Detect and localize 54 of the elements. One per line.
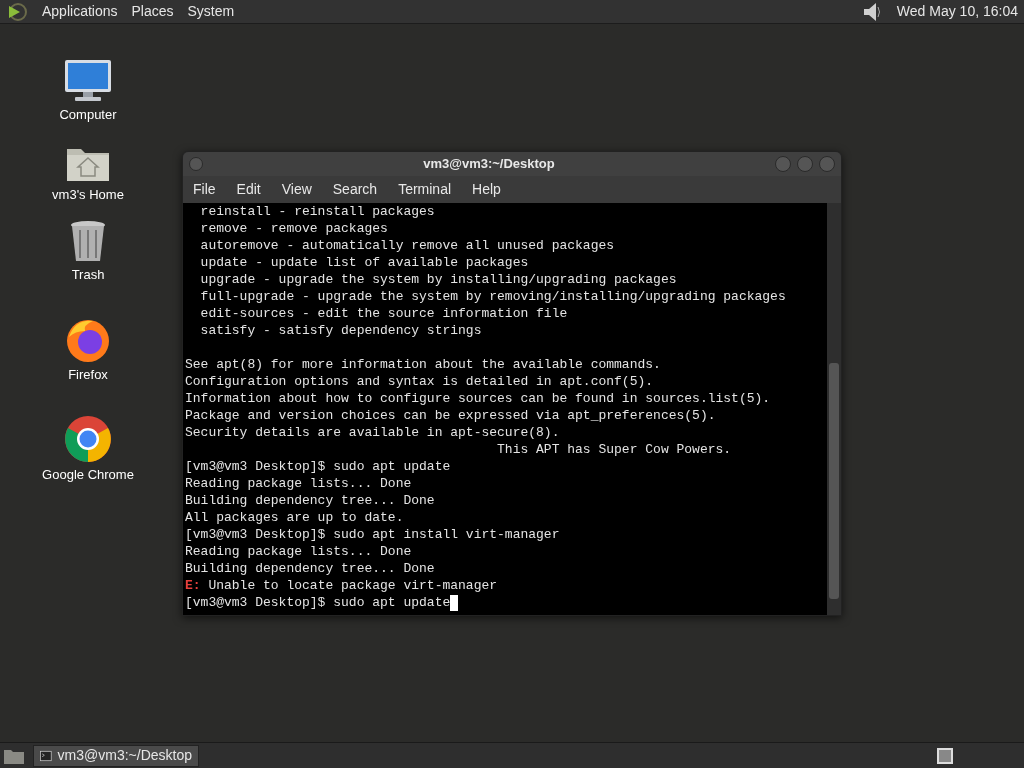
- desktop-icon-label[interactable]: Google Chrome: [42, 464, 134, 484]
- terminal-line: Information about how to configure sources can be found in sources.list(5).: [185, 390, 771, 407]
- error-prefix: E:: [185, 577, 201, 594]
- close-button[interactable]: [819, 156, 835, 172]
- terminal-line: Configuration options and syntax is detailed in apt.conf(5).: [185, 373, 654, 390]
- scroll-thumb[interactable]: [829, 363, 839, 599]
- terminal-line: Building dependency tree... Done: [185, 560, 435, 577]
- terminal-line: upgrade - upgrade the system by installing/upgrading packages: [199, 271, 677, 288]
- panel-menu[interactable]: System: [187, 1, 235, 22]
- minimize-button[interactable]: [775, 156, 791, 172]
- terminal-line: remove - remove packages: [199, 220, 388, 237]
- taskbar-button[interactable]: vm3@vm3:~/Desktop: [33, 744, 199, 767]
- chrome-icon: [64, 414, 112, 463]
- terminal-line: Reading package lists... Done: [185, 475, 412, 492]
- terminal-line: See apt(8) for more information about the available commands.: [185, 356, 661, 373]
- desktop-icon-label[interactable]: Trash: [71, 264, 105, 284]
- terminal-line: [vm3@vm3 Desktop]$ sudo apt update: [185, 594, 451, 611]
- start-logo-icon[interactable]: [6, 1, 28, 22]
- clock[interactable]: Wed May 10, 16:04: [896, 1, 1018, 22]
- terminal-line: Building dependency tree... Done: [185, 492, 435, 509]
- terminal-line: autoremove - automatically remove all unused packages: [199, 237, 615, 254]
- scrollbar[interactable]: [827, 203, 841, 615]
- menu-item[interactable]: Search: [332, 179, 378, 200]
- text-cursor: [450, 594, 459, 611]
- trash-icon: [69, 218, 107, 263]
- terminal-line: Unable to locate package virt-manager: [207, 577, 498, 594]
- menu-item[interactable]: File: [193, 179, 216, 200]
- panel-menu[interactable]: Applications: [42, 1, 118, 22]
- terminal-line: This APT has Super Cow Powers.: [496, 441, 732, 458]
- menu-item[interactable]: Terminal: [398, 179, 452, 200]
- desktop-icon-label[interactable]: Firefox: [68, 364, 108, 384]
- computer-icon: [63, 58, 113, 103]
- terminal-line: All packages are up to date.: [185, 509, 404, 526]
- terminal-line: Security details are available in apt-secure(8).: [185, 424, 560, 441]
- terminal-line: [vm3@vm3 Desktop]$ sudo apt update: [185, 458, 451, 475]
- terminal-line: edit-sources - edit the source information file: [199, 305, 568, 322]
- panel-menu[interactable]: Places: [131, 1, 174, 22]
- desktop-icon-label[interactable]: vm3's Home: [52, 184, 124, 204]
- terminal-line: satisfy - satisfy dependency strings: [199, 322, 482, 339]
- terminal-line: Reading package lists... Done: [185, 543, 412, 560]
- terminal-line: update - update list of available packages: [199, 254, 529, 271]
- terminal-line: full-upgrade - upgrade the system by removing/installing/upgrading packages: [199, 288, 786, 305]
- terminal-line: [vm3@vm3 Desktop]$ sudo apt install virt-manager: [185, 526, 560, 543]
- terminal-icon: [40, 748, 52, 763]
- menu-item[interactable]: Help: [472, 179, 501, 200]
- menu-item[interactable]: Edit: [236, 179, 261, 200]
- desktop-icon-label[interactable]: Computer: [59, 104, 117, 124]
- terminal-line: reinstall - reinstall packages: [199, 203, 435, 220]
- menu-item[interactable]: View: [281, 179, 312, 200]
- terminal-line: Package and version choices can be expressed via apt_preferences(5).: [185, 407, 716, 424]
- maximize-button[interactable]: [797, 156, 813, 172]
- workspace-switcher[interactable]: [937, 747, 953, 764]
- window-menu-button[interactable]: [189, 157, 203, 171]
- window-title: vm3@vm3:~/Desktop: [422, 155, 556, 174]
